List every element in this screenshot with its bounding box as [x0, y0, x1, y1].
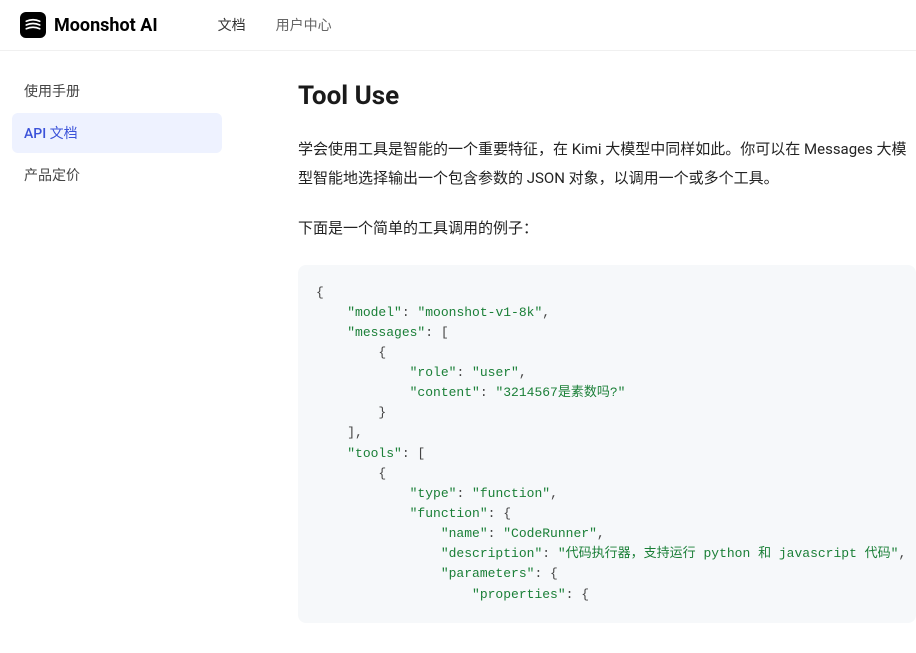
nav-user-center[interactable]: 用户中心 — [276, 15, 332, 35]
sidebar: 使用手册 API 文档 产品定价 — [0, 51, 234, 653]
moonshot-logo-icon — [20, 12, 46, 38]
brand-name: Moonshot AI — [54, 15, 158, 36]
intro-paragraph-1: 学会使用工具是智能的一个重要特征，在 Kimi 大模型中同样如此。你可以在 Me… — [298, 135, 916, 192]
logo[interactable]: Moonshot AI — [20, 12, 158, 38]
header: Moonshot AI 文档 用户中心 — [0, 0, 916, 51]
code-example: { "model": "moonshot-v1-8k", "messages":… — [298, 265, 916, 623]
intro-paragraph-2: 下面是一个简单的工具调用的例子： — [298, 214, 916, 243]
top-nav: 文档 用户中心 — [218, 15, 332, 35]
page-title: Tool Use — [298, 81, 916, 111]
nav-docs[interactable]: 文档 — [218, 15, 246, 35]
main-content: Tool Use 学会使用工具是智能的一个重要特征，在 Kimi 大模型中同样如… — [234, 51, 916, 653]
sidebar-item-pricing[interactable]: 产品定价 — [12, 155, 222, 195]
sidebar-item-manual[interactable]: 使用手册 — [12, 71, 222, 111]
sidebar-item-api-docs[interactable]: API 文档 — [12, 113, 222, 153]
